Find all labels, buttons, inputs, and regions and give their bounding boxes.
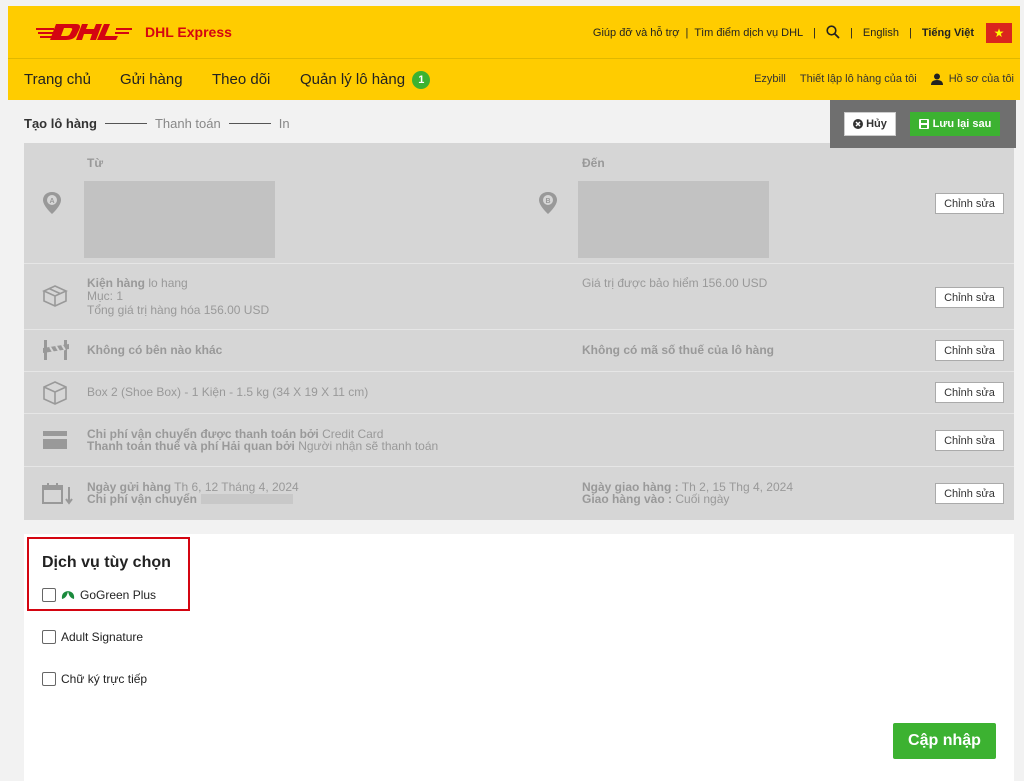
from-label: Từ bbox=[87, 156, 104, 170]
top-links: Giúp đỡ và hỗ trợ | Tìm điểm dịch vụ DHL… bbox=[593, 23, 1012, 43]
calendar-icon bbox=[42, 483, 74, 510]
to-label: Đến bbox=[582, 156, 605, 170]
card-icon bbox=[42, 430, 68, 455]
shipment-summary: Từ A Đến B Chỉnh sửa Kiện hàng lo hang M… bbox=[24, 143, 1014, 520]
box-icon bbox=[42, 380, 68, 411]
shipping-cost: Chi phí vận chuyển bbox=[87, 492, 294, 506]
progress-steps: Tạo lô hàng Thanh toán In bbox=[24, 116, 290, 131]
gogreen-label: GoGreen Plus bbox=[80, 588, 157, 602]
edit-address-button[interactable]: Chỉnh sửa bbox=[935, 193, 1004, 214]
edit-payment-button[interactable]: Chỉnh sửa bbox=[935, 430, 1004, 451]
leaf-icon bbox=[61, 591, 75, 599]
ezybill-link[interactable]: Ezybill bbox=[754, 73, 786, 85]
box-details: Box 2 (Shoe Box) - 1 Kiện - 1.5 kg (34 X… bbox=[87, 385, 369, 399]
duties-payer-value: Người nhận sẽ thanh toán bbox=[294, 439, 439, 453]
step-divider bbox=[228, 123, 271, 124]
save-icon bbox=[918, 119, 929, 129]
separator: | bbox=[908, 27, 912, 39]
nav-track[interactable]: Theo dõi bbox=[212, 71, 270, 88]
optional-services-title: Dịch vụ tùy chọn bbox=[42, 554, 171, 571]
service-point-link[interactable]: Tìm điểm dịch vụ DHL bbox=[694, 27, 803, 39]
direct-signature-checkbox[interactable] bbox=[42, 672, 56, 686]
option-gogreen-plus[interactable]: GoGreen Plus bbox=[42, 588, 156, 602]
delivery-by-label: Giao hàng vào : bbox=[582, 492, 673, 506]
vietnam-flag-icon[interactable]: ★ bbox=[986, 23, 1012, 43]
dates-row: Ngày gửi hàng Th 6, 12 Tháng 4, 2024 Chi… bbox=[24, 467, 1014, 520]
edit-parties-button[interactable]: Chỉnh sửa bbox=[935, 340, 1004, 361]
nav-manage-label: Quản lý lô hàng bbox=[300, 71, 406, 88]
option-direct-signature[interactable]: Chữ ký trực tiếp bbox=[42, 672, 147, 686]
parties-row: Không có bên nào khác Không có mã số thu… bbox=[24, 330, 1014, 372]
optional-services: Dịch vụ tùy chọn GoGreen Plus Adult Sign… bbox=[24, 534, 1014, 781]
separator: | bbox=[850, 27, 853, 39]
payment-row: Chi phí vận chuyển được thanh toán bởi C… bbox=[24, 414, 1014, 467]
direct-signature-label: Chữ ký trực tiếp bbox=[61, 672, 148, 686]
brand-name: DHL Express bbox=[145, 24, 232, 40]
profile-link[interactable]: Hồ sơ của tôi bbox=[930, 73, 1014, 85]
nav-home[interactable]: Trang chủ bbox=[24, 71, 91, 88]
package-icon bbox=[42, 284, 68, 313]
delivery-by: Giao hàng vào : Cuối ngày bbox=[582, 493, 729, 505]
close-icon bbox=[853, 119, 864, 129]
pin-b-icon: B bbox=[538, 191, 558, 220]
save-later-label: Lưu lại sau bbox=[932, 118, 992, 130]
search-icon[interactable] bbox=[826, 24, 840, 42]
nav-ship[interactable]: Gửi hàng bbox=[120, 71, 183, 88]
from-address-redacted bbox=[84, 181, 275, 258]
shipping-cost-redacted bbox=[201, 494, 294, 504]
address-row: Từ A Đến B Chỉnh sửa bbox=[24, 143, 1014, 264]
separator: | bbox=[813, 27, 817, 39]
update-button[interactable]: Cập nhập bbox=[893, 723, 996, 759]
tax-id: Không có mã số thuế của lô hàng bbox=[582, 343, 775, 357]
separator: | bbox=[685, 27, 689, 39]
adult-signature-label: Adult Signature bbox=[61, 630, 144, 644]
nav-right: Ezybill Thiết lập lô hàng của tôi Hồ sơ … bbox=[754, 73, 1014, 85]
option-adult-signature[interactable]: Adult Signature bbox=[42, 630, 143, 644]
package-total: Tổng giá trị hàng hóa 156.00 USD bbox=[87, 303, 270, 317]
notification-badge: 1 bbox=[412, 71, 431, 89]
other-parties: Không có bên nào khác bbox=[87, 343, 223, 357]
edit-package-button[interactable]: Chỉnh sửa bbox=[935, 287, 1004, 308]
gogreen-checkbox[interactable] bbox=[42, 588, 56, 602]
barrier-icon bbox=[42, 338, 70, 367]
help-link[interactable]: Giúp đỡ và hỗ trợ bbox=[593, 27, 680, 39]
save-later-button[interactable]: Lưu lại sau bbox=[910, 112, 1000, 136]
to-address-redacted bbox=[578, 181, 769, 258]
cancel-button[interactable]: Hủy bbox=[844, 112, 896, 136]
lang-vietnamese[interactable]: Tiếng Việt bbox=[922, 27, 974, 39]
package-item: Mục: 1 bbox=[87, 289, 124, 303]
svg-text:A: A bbox=[49, 198, 54, 205]
user-icon bbox=[930, 73, 943, 85]
step-create: Tạo lô hàng bbox=[24, 116, 97, 131]
pin-a-icon: A bbox=[42, 191, 62, 220]
insured-value: Giá trị được bảo hiểm 156.00 USD bbox=[582, 276, 768, 290]
dhl-logo[interactable] bbox=[36, 20, 132, 49]
lang-english[interactable]: English bbox=[863, 27, 899, 39]
shipment-settings-link[interactable]: Thiết lập lô hàng của tôi bbox=[800, 73, 917, 85]
step-payment: Thanh toán bbox=[154, 116, 221, 131]
action-panel: Hủy Lưu lại sau bbox=[830, 100, 1016, 148]
box-row: Box 2 (Shoe Box) - 1 Kiện - 1.5 kg (34 X… bbox=[24, 372, 1014, 414]
svg-text:B: B bbox=[545, 198, 550, 205]
package-title-rest: lo hang bbox=[145, 276, 188, 290]
duties-payer: Thanh toán thuế và phí Hải quan bởi Ngườ… bbox=[87, 440, 438, 452]
package-title: Kiện hàng lo hang bbox=[87, 277, 188, 289]
duties-payer-label: Thanh toán thuế và phí Hải quan bởi bbox=[87, 439, 295, 453]
shipping-cost-label: Chi phí vận chuyển bbox=[87, 492, 198, 506]
adult-signature-checkbox[interactable] bbox=[42, 630, 56, 644]
nav-manage-shipments[interactable]: Quản lý lô hàng 1 bbox=[300, 71, 431, 89]
main-nav: Trang chủ Gửi hàng Theo dõi Quản lý lô h… bbox=[8, 58, 1020, 100]
step-print: In bbox=[278, 116, 290, 131]
edit-box-button[interactable]: Chỉnh sửa bbox=[935, 382, 1004, 403]
delivery-by-value: Cuối ngày bbox=[672, 492, 730, 506]
step-divider bbox=[104, 123, 147, 124]
edit-dates-button[interactable]: Chỉnh sửa bbox=[935, 483, 1004, 504]
package-row: Kiện hàng lo hang Mục: 1 Tổng giá trị hà… bbox=[24, 264, 1014, 330]
profile-label: Hồ sơ của tôi bbox=[948, 73, 1014, 85]
top-header: DHL Express Giúp đỡ và hỗ trợ | Tìm điểm… bbox=[8, 6, 1020, 58]
cancel-label: Hủy bbox=[866, 118, 887, 130]
package-title-bold: Kiện hàng bbox=[87, 276, 146, 290]
